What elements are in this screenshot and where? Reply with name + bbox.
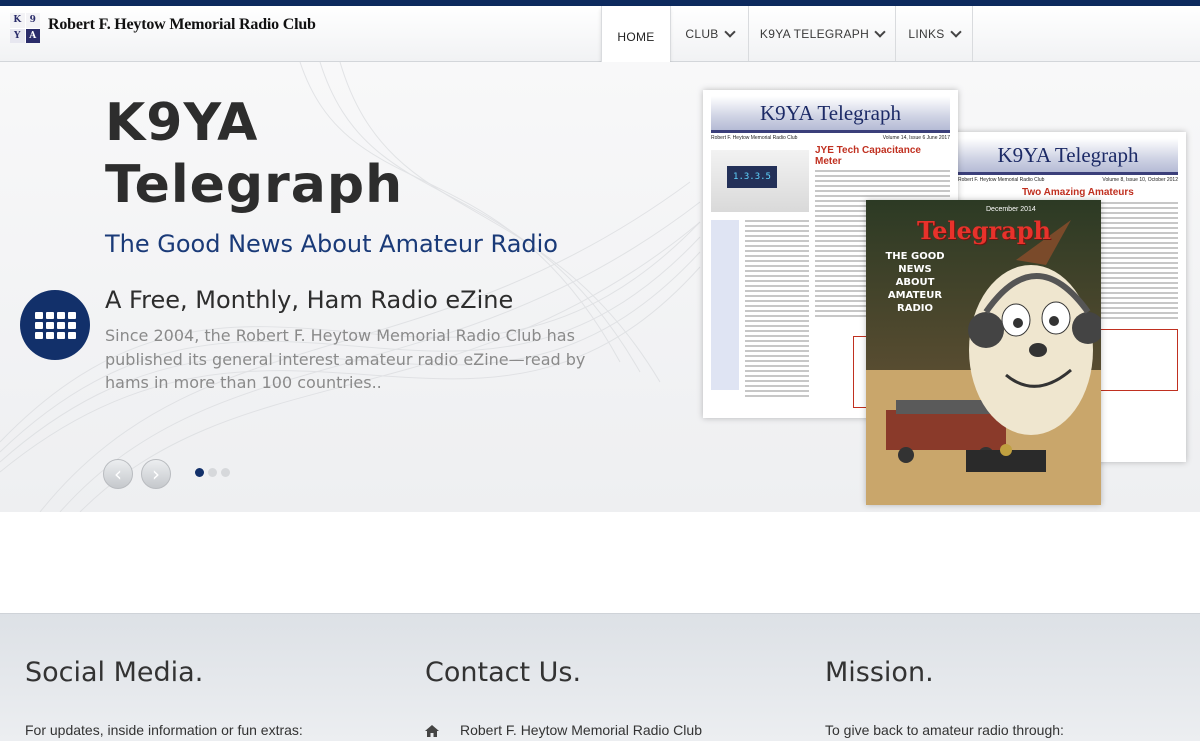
logo-cell: Y	[10, 28, 25, 43]
footer-social-title: Social Media.	[25, 657, 204, 688]
site-name[interactable]: Robert F. Heytow Memorial Radio Club	[48, 16, 316, 34]
nav-home[interactable]: HOME	[601, 6, 670, 68]
feature-icon-circle	[20, 290, 90, 360]
slider-next-button[interactable]: ›	[141, 459, 171, 489]
chevron-right-icon: ›	[152, 462, 160, 486]
nav-links-label: LINKS	[908, 26, 945, 41]
slider-dot[interactable]	[208, 468, 217, 477]
nav-home-label: HOME	[617, 30, 655, 44]
cover-club: Robert F. Heytow Memorial Radio Club	[711, 135, 798, 141]
grid-icon	[34, 311, 76, 339]
slider-dot[interactable]	[195, 468, 204, 477]
nav-club-label: CLUB	[685, 26, 719, 41]
cover-issue: Volume 14, Issue 6 June 2017	[882, 135, 950, 141]
nav-links[interactable]: LINKS	[895, 6, 973, 61]
cover-issue: Volume 8, Issue 10, October 2012	[1102, 177, 1178, 183]
cover-article-title: JYE Tech Capacitance Meter	[815, 145, 921, 167]
hero-title: K9YA Telegraph	[105, 92, 525, 216]
site-header: K 9 Y A Robert F. Heytow Memorial Radio …	[0, 6, 1200, 68]
meter-lcd: 1.3.3.5	[727, 166, 777, 188]
logo-cell: 9	[25, 13, 40, 28]
feature-text: Since 2004, the Robert F. Heytow Memoria…	[105, 326, 586, 392]
chevron-down-icon	[723, 25, 736, 38]
cover-club: Robert F. Heytow Memorial Radio Club	[958, 177, 1045, 183]
cartoon-illustration	[866, 200, 1101, 505]
cover-article-title: Two Amazing Amateurs	[1022, 187, 1134, 198]
logo-cell: A	[25, 28, 40, 43]
slider-prev-button[interactable]: ‹	[103, 459, 133, 489]
main-nav: HOME CLUB K9YA TELEGRAPH LINKS	[601, 6, 973, 68]
nav-telegraph-label: K9YA TELEGRAPH	[759, 26, 870, 41]
capacitance-meter-photo: 1.3.3.5	[711, 150, 809, 212]
cover-tagline: THE GOOD NEWS ABOUT AMATEUR RADIO	[885, 251, 945, 314]
cover-masthead: K9YA Telegraph	[958, 138, 1178, 175]
footer-mission-text: To give back to amateur radio through:	[825, 722, 1064, 738]
newsletter-cover-2014: December 2014 Telegraph THE GOOD NEWS AB…	[866, 200, 1101, 505]
hero-subtitle: The Good News About Amateur Radio	[105, 230, 558, 258]
cover-masthead: Telegraph	[917, 216, 1051, 245]
chevron-down-icon	[949, 25, 962, 38]
cover-sidebar	[711, 220, 739, 390]
club-logo[interactable]: K 9 Y A	[10, 13, 40, 43]
cover-text-block	[745, 220, 809, 400]
slider-pagination	[195, 468, 230, 477]
cover-masthead: K9YA Telegraph	[711, 96, 950, 133]
footer-contact-title: Contact Us.	[425, 657, 582, 688]
logo-cell: K	[10, 13, 25, 28]
chevron-left-icon: ‹	[114, 462, 122, 486]
footer-contact-text: Robert F. Heytow Memorial Radio Club	[460, 722, 702, 738]
cover-date: December 2014	[986, 206, 1036, 213]
site-footer: Social Media. For updates, inside inform…	[0, 613, 1200, 741]
hero-title-line1: K9YA	[105, 93, 259, 153]
footer-social-text: For updates, inside information or fun e…	[25, 722, 303, 738]
nav-club[interactable]: CLUB	[670, 6, 748, 61]
feature-heading: A Free, Monthly, Ham Radio eZine	[105, 286, 514, 314]
home-icon	[425, 725, 439, 737]
nav-k9ya-telegraph[interactable]: K9YA TELEGRAPH	[748, 6, 895, 61]
slider-dot[interactable]	[221, 468, 230, 477]
spacer-band	[0, 512, 1200, 613]
hero-slider: K9YA Telegraph The Good News About Amate…	[0, 62, 1200, 512]
hero-title-line2: Telegraph	[105, 155, 404, 215]
chevron-down-icon	[874, 25, 886, 38]
footer-mission-title: Mission.	[825, 657, 934, 688]
